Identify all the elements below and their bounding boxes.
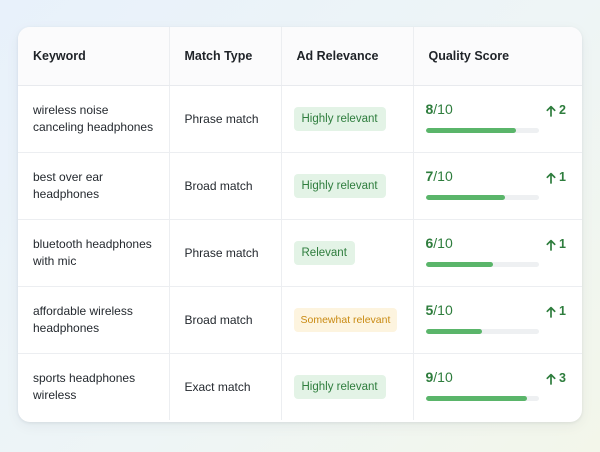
relevance-badge: Highly relevant <box>293 174 386 198</box>
column-header-ad-relevance[interactable]: Ad Relevance <box>281 27 414 86</box>
score-change: 1 <box>546 169 566 186</box>
score-progress-fill <box>425 396 528 401</box>
score-change: 2 <box>546 102 566 119</box>
table-header-row: Keyword Match Type Ad Relevance Quality … <box>18 27 582 86</box>
keyword-cell: bluetooth headphones with mic <box>18 219 170 287</box>
quality-score: 7/10 1 <box>425 166 566 206</box>
match-type-cell: Phrase match <box>169 219 282 287</box>
table-row[interactable]: wireless noise canceling headphones Phra… <box>18 85 582 153</box>
score-progress-fill <box>425 262 494 267</box>
score-progress-bar <box>425 329 539 334</box>
arrow-up-icon <box>546 105 556 117</box>
ad-relevance-cell: Highly relevant <box>281 152 414 220</box>
quality-score-cell: 7/10 1 <box>413 152 582 220</box>
score-value: 6/10 <box>425 235 453 251</box>
arrow-up-icon <box>546 306 556 318</box>
relevance-badge: Highly relevant <box>293 107 386 131</box>
quality-score: 5/10 1 <box>425 300 566 340</box>
quality-score-cell: 6/10 1 <box>413 219 582 287</box>
match-type-cell: Broad match <box>169 152 282 220</box>
relevance-badge: Relevant <box>293 241 355 265</box>
arrow-up-icon <box>546 172 556 184</box>
score-change: 1 <box>546 303 566 320</box>
quality-score: 9/10 3 <box>425 367 566 407</box>
score-value: 7/10 <box>425 168 453 184</box>
score-change-value: 1 <box>559 237 566 251</box>
arrow-up-icon <box>546 239 556 251</box>
match-type-cell: Exact match <box>169 353 282 420</box>
score-progress-bar <box>425 396 539 401</box>
column-header-quality-score[interactable]: Quality Score <box>413 27 582 86</box>
quality-score-cell: 9/10 3 <box>413 354 582 421</box>
keyword-cell: best over ear headphones <box>18 152 170 220</box>
score-change-value: 1 <box>559 170 566 184</box>
score-progress-bar <box>425 195 539 200</box>
score-change-value: 1 <box>559 304 566 318</box>
ad-relevance-cell: Highly relevant <box>281 353 414 420</box>
score-change-value: 2 <box>559 103 566 117</box>
ad-relevance-cell: Somewhat relevant <box>281 286 414 354</box>
keyword-quality-table-card: Keyword Match Type Ad Relevance Quality … <box>18 27 582 422</box>
ad-relevance-cell: Highly relevant <box>281 85 414 153</box>
match-type-cell: Broad match <box>169 286 282 354</box>
score-progress-bar <box>425 262 539 267</box>
score-progress-fill <box>425 128 516 133</box>
keyword-cell: wireless noise canceling headphones <box>18 85 170 153</box>
score-value: 5/10 <box>425 302 453 318</box>
quality-score: 6/10 1 <box>425 233 566 273</box>
column-header-match-type[interactable]: Match Type <box>169 27 282 86</box>
table-row[interactable]: affordable wireless headphones Broad mat… <box>18 286 582 354</box>
score-change: 3 <box>546 370 566 387</box>
score-change-value: 3 <box>559 371 566 385</box>
score-progress-fill <box>425 329 482 334</box>
keyword-cell: sports headphones wireless <box>18 353 170 420</box>
table-row[interactable]: best over ear headphones Broad match Hig… <box>18 152 582 220</box>
score-value: 9/10 <box>425 369 453 385</box>
column-header-keyword[interactable]: Keyword <box>18 27 170 86</box>
quality-score-cell: 8/10 2 <box>413 85 582 153</box>
quality-score: 8/10 2 <box>425 99 566 139</box>
score-progress-fill <box>425 195 505 200</box>
quality-score-cell: 5/10 1 <box>413 286 582 354</box>
match-type-cell: Phrase match <box>169 85 282 153</box>
score-change: 1 <box>546 236 566 253</box>
score-progress-bar <box>425 128 539 133</box>
score-value: 8/10 <box>425 101 453 117</box>
keyword-cell: affordable wireless headphones <box>18 286 170 354</box>
table-row[interactable]: sports headphones wireless Exact match H… <box>18 353 582 421</box>
keyword-table: Keyword Match Type Ad Relevance Quality … <box>18 27 582 420</box>
arrow-up-icon <box>546 373 556 385</box>
table-row[interactable]: bluetooth headphones with mic Phrase mat… <box>18 219 582 287</box>
relevance-badge: Highly relevant <box>293 375 386 399</box>
ad-relevance-cell: Relevant <box>281 219 414 287</box>
relevance-badge: Somewhat relevant <box>293 308 398 332</box>
